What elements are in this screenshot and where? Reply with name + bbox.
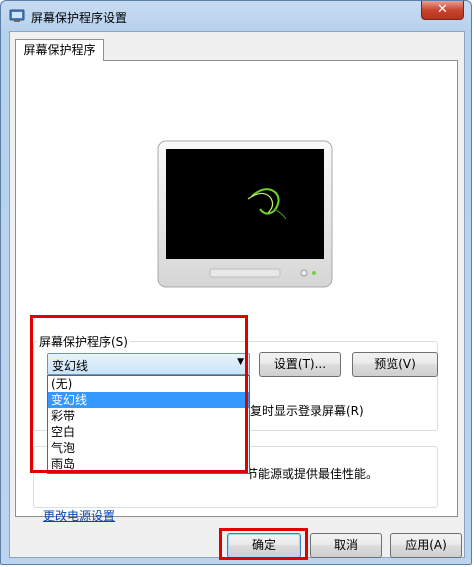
power-description: 节能源或提供最佳性能。 — [246, 467, 379, 481]
dropdown-option-selected[interactable]: 变幻线 — [48, 392, 249, 408]
tab-screensaver[interactable]: 屏幕保护程序 — [15, 39, 104, 61]
screensaver-select[interactable]: 变幻线 ▼ — [47, 353, 250, 375]
apply-button[interactable]: 应用(A) — [390, 533, 462, 558]
display-settings-icon — [9, 9, 25, 22]
dropdown-option[interactable]: 彩带 — [48, 408, 249, 424]
settings-button[interactable]: 设置(T)... — [259, 352, 341, 377]
screensaver-dropdown-list[interactable]: (无) 变幻线 彩带 空白 气泡 雨岛 — [47, 375, 250, 474]
screensaver-settings-window: 屏幕保护程序设置 ✕ 屏幕保护程序 屏幕保护程序(S) 变幻线 ▼ (无) 变幻… — [0, 0, 472, 565]
cancel-button[interactable]: 取消 — [310, 533, 382, 558]
title-bar[interactable]: 屏幕保护程序设置 ✕ — [1, 1, 471, 31]
dropdown-option[interactable]: (无) — [48, 376, 249, 392]
change-power-settings-link[interactable]: 更改电源设置 — [43, 507, 115, 524]
tab-panel: 屏幕保护程序(S) 变幻线 ▼ (无) 变幻线 彩带 空白 气泡 雨岛 设置(T… — [15, 60, 458, 523]
dropdown-option[interactable]: 雨岛 — [48, 456, 249, 472]
monitor-preview-icon — [157, 140, 333, 288]
dropdown-option[interactable]: 空白 — [48, 424, 249, 440]
dialog-client-area: 屏幕保护程序 屏幕保护程序(S) 变幻线 ▼ (无) 变幻线 彩带 空白 气泡 … — [9, 31, 465, 558]
preview-button[interactable]: 预览(V) — [352, 352, 438, 377]
close-button[interactable]: ✕ — [421, 1, 464, 20]
window-title: 屏幕保护程序设置 — [31, 11, 128, 25]
chevron-down-icon: ▼ — [237, 357, 244, 367]
screensaver-select-value: 变幻线 — [52, 359, 89, 373]
resume-login-checkbox-label[interactable]: 恢复时显示登录屏幕(R) — [238, 402, 364, 419]
close-icon: ✕ — [437, 2, 448, 17]
ok-button[interactable]: 确定 — [227, 533, 301, 558]
dropdown-option[interactable]: 气泡 — [48, 440, 249, 456]
screensaver-group-label: 屏幕保护程序(S) — [37, 333, 130, 350]
